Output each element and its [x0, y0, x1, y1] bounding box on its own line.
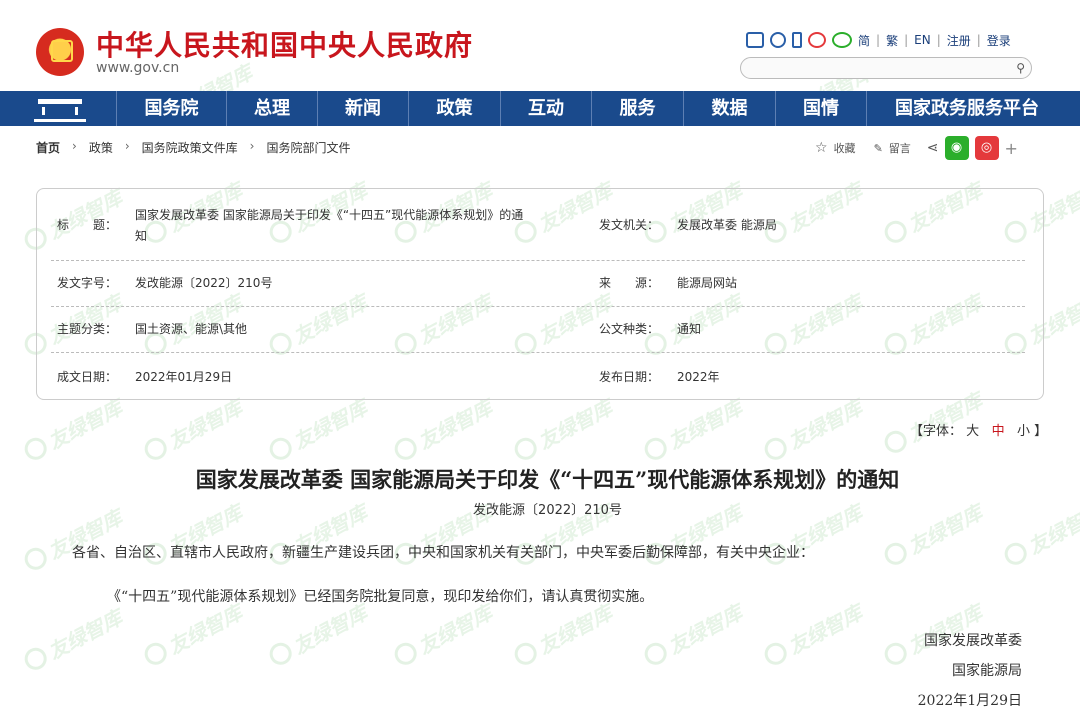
main-nav: 国务院 总理 新闻 政策 互动 服务 数据 国情 国家政务服务平台	[0, 91, 1080, 126]
topic-label: 主题分类：	[57, 322, 118, 336]
watermark: 友绿智库	[759, 597, 866, 672]
site-url: www.gov.cn	[96, 60, 180, 76]
watermark: 友绿智库	[639, 597, 746, 672]
breadcrumb-policy-library[interactable]: 国务院政策文件库	[142, 139, 238, 156]
info-row: 成文日期： 2022年01月29日 发布日期： 2022年	[51, 352, 1025, 398]
watermark: 友绿智库	[759, 392, 866, 467]
register-link[interactable]: 注册	[947, 32, 971, 49]
title-label: 标 题：	[57, 218, 118, 232]
written-date-label: 成文日期：	[57, 370, 118, 384]
watermark: 友绿智库	[19, 392, 126, 467]
watermark: 友绿智库	[139, 597, 246, 672]
nav-item-state-council[interactable]: 国务院	[117, 91, 227, 126]
nav-item-national-info[interactable]: 国情	[776, 91, 867, 126]
font-size-small[interactable]: 小	[1017, 424, 1030, 439]
nav-item-services[interactable]: 服务	[592, 91, 684, 126]
lang-english-link[interactable]: EN	[914, 33, 931, 47]
more-share-button[interactable]: +	[1005, 139, 1018, 158]
mail-icon[interactable]	[746, 32, 764, 48]
watermark: 友绿智库	[509, 392, 616, 467]
search-icon[interactable]: ⚲	[1016, 61, 1025, 75]
nav-item-policy[interactable]: 政策	[409, 91, 501, 126]
breadcrumb-policy[interactable]: 政策	[89, 139, 113, 156]
lang-simplified-link[interactable]: 简	[858, 32, 870, 49]
doctype-label: 公文种类：	[599, 322, 660, 336]
watermark: 友绿智库	[389, 392, 496, 467]
breadcrumb-home[interactable]: 首页	[36, 139, 60, 156]
document-info-box: 标 题： 国家发展改革委 国家能源局关于印发《“十四五”现代能源体系规划》的通 …	[36, 188, 1044, 400]
nav-item-news[interactable]: 新闻	[318, 91, 409, 126]
signature-ndrc: 国家发展改革委	[924, 633, 1022, 649]
star-icon[interactable]: ☆	[815, 140, 828, 156]
article-title: 国家发展改革委 国家能源局关于印发《“十四五”现代能源体系规划》的通知	[195, 467, 900, 492]
font-size-medium[interactable]: 中	[992, 424, 1005, 439]
title-value-line2: 知	[135, 229, 148, 243]
lang-traditional-link[interactable]: 繁	[886, 32, 898, 49]
chevron-right-icon: ›	[124, 139, 130, 153]
font-size-bracket: 】	[1034, 424, 1048, 439]
publish-date-value: 2022年	[677, 370, 720, 384]
info-row: 发文字号： 发改能源〔2022〕210号 来 源： 能源局网站	[51, 260, 1025, 307]
chevron-right-icon: ›	[249, 139, 255, 153]
font-size-large[interactable]: 大	[966, 424, 979, 439]
national-emblem-icon	[36, 28, 84, 76]
article-doc-number: 发改能源〔2022〕210号	[473, 503, 622, 518]
breadcrumb-dept-docs[interactable]: 国务院部门文件	[266, 139, 350, 156]
wechat-share-icon[interactable]: ◉	[944, 136, 969, 160]
nav-home-logo[interactable]	[0, 91, 117, 126]
watermark: 友绿智库	[639, 392, 746, 467]
page-actions: ☆ 收藏 ✎ 留言 ⋖ ◉ ◎ +	[815, 136, 1018, 160]
source-label: 来 源：	[599, 276, 660, 290]
list-icon[interactable]	[770, 32, 786, 48]
nav-item-data[interactable]: 数据	[684, 91, 776, 126]
favorite-button[interactable]: 收藏	[834, 140, 856, 156]
search-input[interactable]: ⚲	[740, 57, 1032, 79]
doctype-value: 通知	[677, 322, 702, 336]
login-link[interactable]: 登录	[987, 32, 1011, 49]
font-size-selector: 【字体： 大 中 小 】	[910, 420, 1047, 439]
nav-item-service-platform[interactable]: 国家政务服务平台	[867, 91, 1067, 126]
comment-button[interactable]: 留言	[889, 140, 911, 156]
article-addressee: 各省、自治区、直辖市人民政府，新疆生产建设兵团，中央和国家机关有关部门，中央军委…	[72, 545, 814, 561]
docno-label: 发文字号：	[57, 276, 118, 290]
watermark: 友绿智库	[139, 392, 246, 467]
watermark: 友绿智库	[264, 392, 371, 467]
pencil-icon[interactable]: ✎	[874, 142, 883, 155]
issuer-value: 发展改革委 能源局	[677, 218, 777, 232]
wechat-icon[interactable]	[832, 32, 852, 48]
header-tools: 简 | 繁 | EN | 注册 | 登录	[746, 30, 1011, 50]
publish-date-label: 发布日期：	[599, 370, 660, 384]
nav-item-premier[interactable]: 总理	[227, 91, 318, 126]
weibo-share-icon[interactable]: ◎	[974, 136, 999, 160]
signature-nea: 国家能源局	[952, 663, 1022, 679]
watermark: 友绿智库	[389, 597, 496, 672]
phone-icon[interactable]	[792, 32, 802, 48]
info-row: 标 题： 国家发展改革委 国家能源局关于印发《“十四五”现代能源体系规划》的通 …	[51, 189, 1025, 261]
nav-item-interaction[interactable]: 互动	[501, 91, 592, 126]
font-size-label: 【字体：	[910, 424, 963, 439]
signature-date: 2022年1月29日	[917, 693, 1022, 709]
share-icon[interactable]: ⋖	[927, 140, 939, 156]
tiananmen-icon	[34, 99, 86, 122]
docno-value: 发改能源〔2022〕210号	[135, 276, 273, 290]
weibo-icon[interactable]	[808, 32, 826, 48]
issuer-label: 发文机关：	[599, 218, 660, 232]
watermark: 友绿智库	[19, 602, 126, 677]
article-body: 《“十四五”现代能源体系规划》已经国务院批复同意，现印发给你们，请认真贯彻实施。	[107, 589, 654, 605]
info-row: 主题分类： 国土资源、能源\其他 公文种类： 通知	[51, 306, 1025, 353]
watermark: 友绿智库	[509, 597, 616, 672]
topic-value: 国土资源、能源\其他	[135, 322, 248, 336]
written-date-value: 2022年01月29日	[135, 370, 233, 384]
chevron-right-icon: ›	[72, 139, 77, 153]
breadcrumb: 首页 › 政策 › 国务院政策文件库 › 国务院部门文件	[36, 139, 351, 156]
site-header: 中华人民共和国中央人民政府 www.gov.cn 简 | 繁 | EN | 注册 | 登…	[0, 0, 1080, 92]
title-value-line1: 国家发展改革委 国家能源局关于印发《“十四五”现代能源体系规划》的通	[135, 208, 524, 222]
watermark: 友绿智库	[264, 597, 371, 672]
site-title[interactable]: 中华人民共和国中央人民政府	[96, 24, 473, 64]
source-value: 能源局网站	[677, 276, 738, 290]
